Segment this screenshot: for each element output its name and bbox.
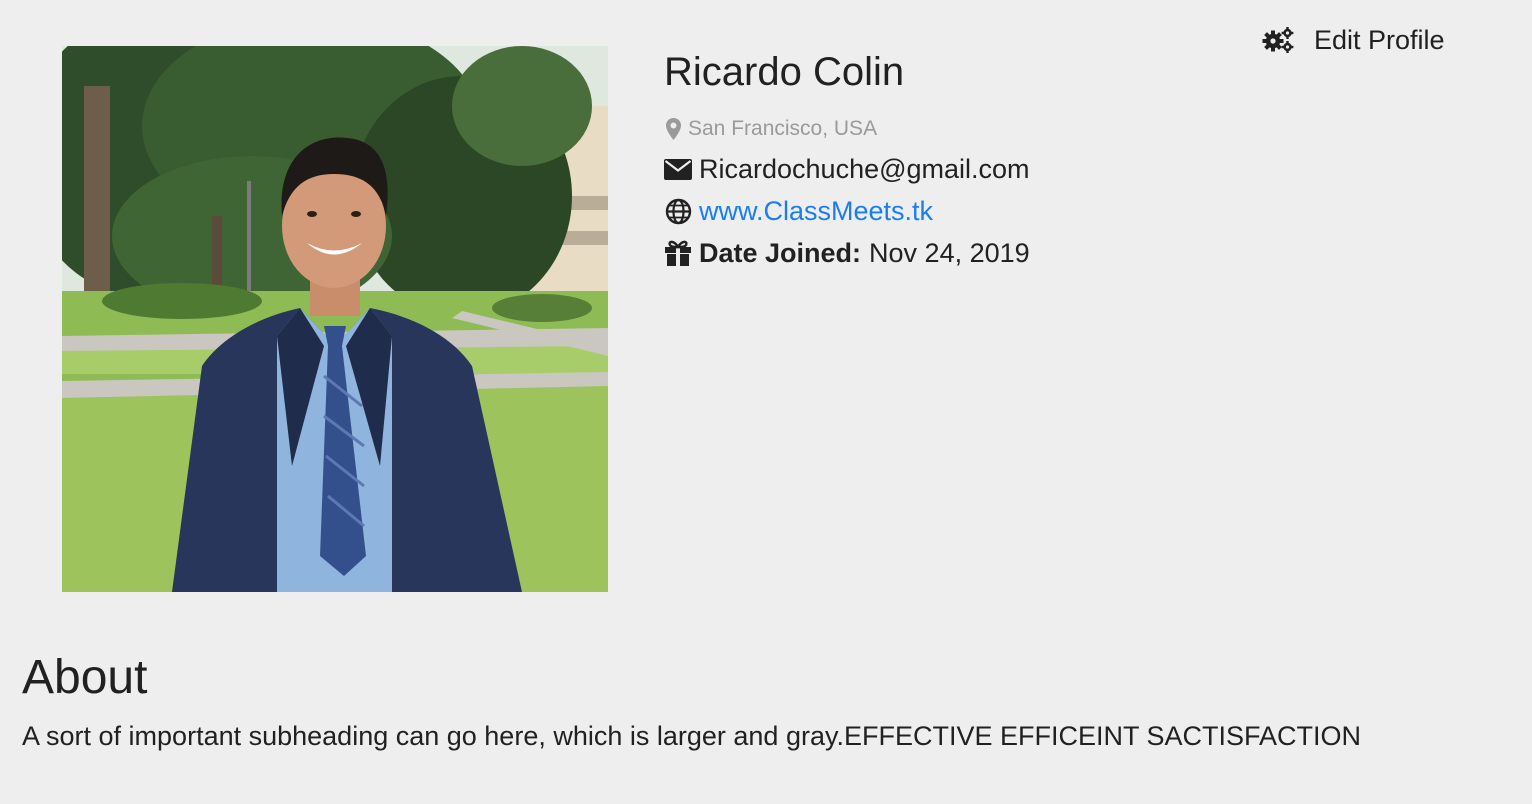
edit-profile-label: Edit Profile — [1314, 24, 1445, 55]
profile-info: Ricardo Colin San Francisco, USA Ricardo… — [664, 46, 1224, 273]
location-text: San Francisco, USA — [688, 117, 878, 140]
gears-icon — [1262, 27, 1294, 53]
email-text: Ricardochuche@gmail.com — [699, 153, 1030, 184]
about-text: A sort of important subheading can go he… — [22, 721, 1362, 751]
website-link[interactable]: www.ClassMeets.tk — [699, 196, 933, 227]
about-section: About A sort of important subheading can… — [22, 648, 1502, 754]
map-marker-icon — [664, 118, 682, 140]
about-heading: About — [22, 651, 148, 704]
envelope-icon — [664, 158, 692, 180]
date-joined-row: Date Joined: Nov 24, 2019 — [664, 233, 1224, 273]
profile-name: Ricardo Colin — [664, 50, 905, 94]
email-row: Ricardochuche@gmail.com — [664, 149, 1224, 189]
location-row: San Francisco, USA — [664, 114, 1224, 144]
globe-icon — [664, 198, 692, 225]
gift-icon — [664, 240, 692, 266]
edit-profile-button[interactable]: Edit Profile — [1262, 22, 1445, 58]
profile-page: Edit Profile Ricardo Colin San Francisco… — [0, 0, 1532, 804]
website-row: www.ClassMeets.tk — [664, 191, 1224, 231]
date-joined-label: Date Joined: — [699, 237, 862, 268]
date-joined-value: Nov 24, 2019 — [869, 237, 1030, 268]
profile-photo — [62, 46, 608, 592]
